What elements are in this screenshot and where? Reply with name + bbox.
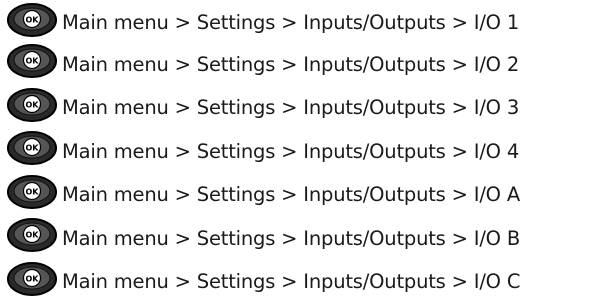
ok-button-icon[interactable]: OK [6, 217, 58, 253]
nav-path-io-2[interactable]: OK Main menu > Settings > Inputs/Outputs… [6, 39, 590, 83]
breadcrumb-path: Main menu > Settings > Inputs/Outputs > … [62, 270, 521, 293]
ok-button-icon[interactable]: OK [6, 261, 58, 297]
ok-button-icon[interactable]: OK [6, 43, 58, 79]
nav-path-io-b[interactable]: OK Main menu > Settings > Inputs/Outputs… [6, 213, 590, 257]
nav-path-io-c[interactable]: OK Main menu > Settings > Inputs/Outputs… [6, 257, 590, 301]
ok-button-label: OK [26, 15, 40, 24]
breadcrumb-path: Main menu > Settings > Inputs/Outputs > … [62, 96, 520, 119]
ok-button-icon[interactable]: OK [6, 130, 58, 166]
ok-button-label: OK [26, 187, 40, 196]
nav-path-io-4[interactable]: OK Main menu > Settings > Inputs/Outputs… [6, 126, 590, 170]
ok-button-icon[interactable]: OK [6, 87, 58, 123]
ok-button-label: OK [26, 144, 40, 153]
nav-path-io-1[interactable]: OK Main menu > Settings > Inputs/Outputs… [6, 0, 590, 40]
breadcrumb-path: Main menu > Settings > Inputs/Outputs > … [62, 11, 520, 34]
nav-path-io-a[interactable]: OK Main menu > Settings > Inputs/Outputs… [6, 170, 590, 214]
breadcrumb-path: Main menu > Settings > Inputs/Outputs > … [62, 139, 520, 163]
ok-button-label: OK [26, 231, 40, 240]
breadcrumb-path: Main menu > Settings > Inputs/Outputs > … [62, 52, 520, 76]
ok-button-icon[interactable]: OK [6, 174, 58, 210]
nav-path-io-3[interactable]: OK Main menu > Settings > Inputs/Outputs… [6, 83, 590, 127]
ok-button-label: OK [26, 100, 40, 109]
navigation-path-list: OK Main menu > Settings > Inputs/Outputs… [6, 0, 590, 301]
ok-button-label: OK [26, 57, 40, 66]
ok-button-label: OK [26, 274, 40, 283]
breadcrumb-path: Main menu > Settings > Inputs/Outputs > … [62, 226, 521, 250]
breadcrumb-path: Main menu > Settings > Inputs/Outputs > … [62, 183, 520, 206]
ok-button-icon[interactable]: OK [6, 2, 58, 38]
